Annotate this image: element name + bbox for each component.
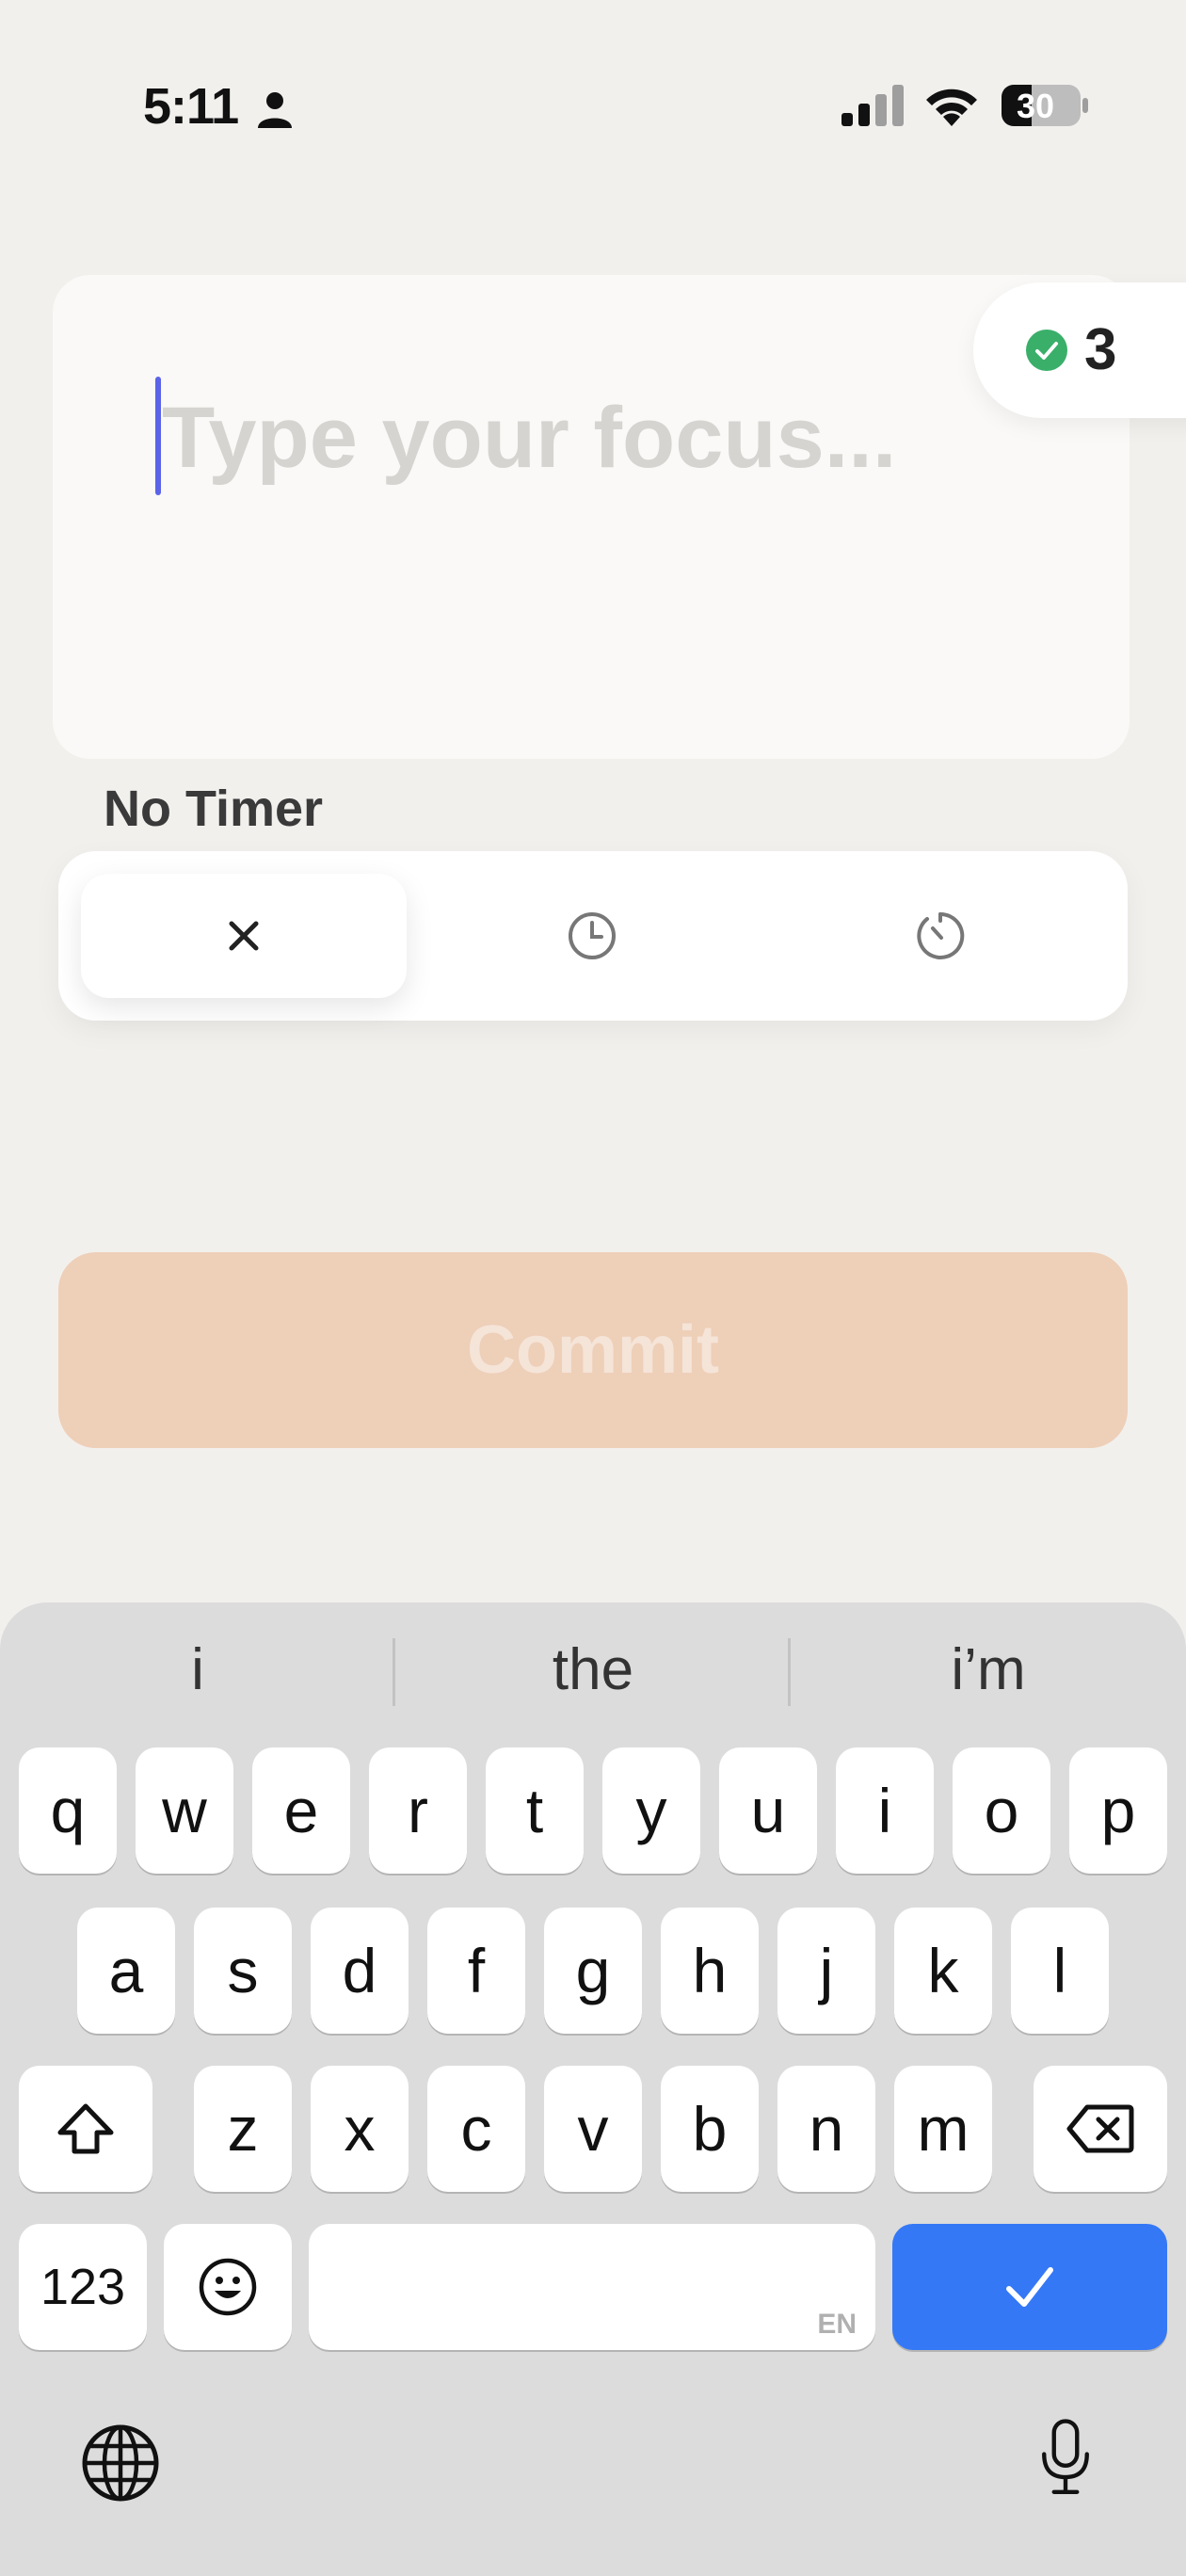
close-icon [229,921,259,951]
keyboard-language: EN [817,2309,857,2340]
status-time: 5:11 [143,78,239,135]
key-f[interactable]: f [427,1908,525,2034]
key-y[interactable]: y [602,1747,700,1874]
completed-count-badge[interactable] [973,282,1186,418]
emoji-icon [199,2258,257,2316]
key-d[interactable]: d [311,1908,409,2034]
focus-input[interactable] [162,381,1009,494]
key-h[interactable]: h [661,1908,759,2034]
key-p[interactable]: p [1069,1747,1167,1874]
timer-mode-label: No Timer [104,781,324,837]
commit-button[interactable]: Commit [58,1252,1128,1448]
shift-icon [57,2103,114,2154]
backspace-icon [1066,2104,1134,2153]
key-g[interactable]: g [544,1908,642,2034]
microphone-icon[interactable] [1026,2418,1105,2497]
key-b[interactable]: b [661,2066,759,2192]
done-key[interactable] [892,2224,1167,2350]
key-s[interactable]: s [194,1908,292,2034]
clock-icon [569,912,616,959]
wifi-icon [926,89,977,126]
battery-level: 30 [1017,87,1055,125]
key-v[interactable]: v [544,2066,642,2192]
space-key[interactable]: EN [309,2224,875,2350]
key-q[interactable]: q [19,1747,117,1874]
battery-icon: 30 [1000,83,1090,128]
signal-icon [841,85,904,126]
key-c[interactable]: c [427,2066,525,2192]
globe-icon[interactable] [81,2423,160,2503]
text-caret [155,377,161,495]
key-i[interactable]: i [836,1747,934,1874]
emoji-key[interactable] [164,2224,292,2350]
suggestion-2[interactable]: the [395,1636,791,1712]
timer-icon [917,911,965,959]
key-n[interactable]: n [777,2066,875,2192]
numbers-key[interactable]: 123 [19,2224,147,2350]
suggestion-3[interactable]: i’m [791,1636,1186,1712]
key-a[interactable]: a [77,1908,175,2034]
person-icon [258,92,292,128]
shift-key[interactable] [19,2066,152,2192]
key-e[interactable]: e [252,1747,350,1874]
key-j[interactable]: j [777,1908,875,2034]
key-m[interactable]: m [894,2066,992,2192]
key-o[interactable]: o [953,1747,1050,1874]
suggestion-1[interactable]: i [0,1636,395,1712]
commit-label: Commit [467,1312,719,1388]
focus-card [53,275,1130,759]
key-x[interactable]: x [311,2066,409,2192]
completed-count: 3 [1084,317,1117,382]
delete-key[interactable] [1034,2066,1167,2192]
key-l[interactable]: l [1011,1908,1109,2034]
key-t[interactable]: t [486,1747,584,1874]
key-r[interactable]: r [369,1747,467,1874]
key-z[interactable]: z [194,2066,292,2192]
key-u[interactable]: u [719,1747,817,1874]
check-circle-icon [1026,330,1067,371]
key-k[interactable]: k [894,1908,992,2034]
key-w[interactable]: w [136,1747,233,1874]
checkmark-icon [1006,2267,1053,2307]
